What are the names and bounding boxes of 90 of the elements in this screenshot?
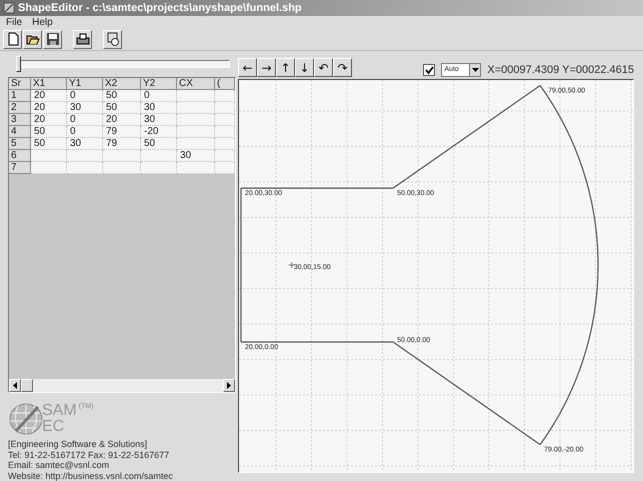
app-icon	[3, 2, 15, 14]
contact-text: Email: samtec@vsnl.com	[8, 460, 110, 470]
row-header: 1	[9, 90, 31, 102]
window-button[interactable]	[103, 30, 122, 49]
table-cell[interactable]	[103, 150, 141, 162]
table-cell[interactable]	[177, 90, 215, 102]
navigation-button[interactable]: ↶	[314, 58, 333, 77]
row-header: 5	[9, 138, 31, 150]
table-cell[interactable]	[177, 138, 215, 150]
table-cell[interactable]: 79	[103, 126, 141, 138]
cursor-coordinates: X=00097.4309 Y=00022.4615	[487, 64, 634, 76]
row-header: 2	[9, 102, 31, 114]
table-cell[interactable]: 30	[67, 102, 103, 114]
table-cell[interactable]: 50	[31, 126, 67, 138]
column-header: Y1	[67, 78, 103, 90]
navigation-button[interactable]: ←	[238, 58, 257, 77]
logo-text: SAM	[42, 403, 77, 419]
table-cell[interactable]: 20	[31, 102, 67, 114]
table-cell[interactable]: 20	[31, 114, 67, 126]
column-header: X1	[31, 78, 67, 90]
table-cell[interactable]: 50	[103, 90, 141, 102]
contact-text: Website: http://business.vsnl.com/samtec	[8, 470, 174, 481]
new-file-button[interactable]	[3, 30, 22, 49]
table-cell[interactable]: 0	[67, 90, 103, 102]
save-button[interactable]	[43, 30, 62, 49]
table-cell[interactable]	[31, 162, 67, 174]
table-cell[interactable]	[67, 162, 103, 174]
table-cell[interactable]: -20	[141, 126, 177, 138]
table-cell[interactable]	[215, 90, 235, 102]
right-arrow-icon	[226, 382, 232, 389]
dropdown-arrow-icon	[472, 68, 479, 72]
window-title: ShapeEditor - c:\samtec\projects\anyshape\funnel.shp	[18, 2, 302, 14]
table-cell[interactable]	[215, 102, 235, 114]
column-header: (	[215, 78, 235, 90]
printer-icon	[76, 32, 90, 46]
logo-text: EC	[42, 419, 66, 435]
table-cell[interactable]: 30	[67, 138, 103, 150]
table-cell[interactable]: 20	[31, 90, 67, 102]
table-cell[interactable]: 30	[141, 102, 177, 114]
table-cell[interactable]: 0	[67, 114, 103, 126]
table-cell[interactable]	[177, 126, 215, 138]
table-cell[interactable]: 20	[103, 114, 141, 126]
menu-item[interactable]: Help	[32, 17, 53, 28]
navigation-button[interactable]: ↑	[276, 58, 295, 77]
table-cell[interactable]: 30	[177, 150, 215, 162]
table-cell[interactable]	[177, 162, 215, 174]
navigation-button[interactable]: ↷	[333, 58, 352, 77]
table-cell[interactable]: 50	[141, 138, 177, 150]
table-cell[interactable]	[177, 102, 215, 114]
contact-text: [Engineering Software & Solutions]	[8, 439, 148, 450]
table-cell[interactable]: 50	[31, 138, 67, 150]
table-cell[interactable]	[141, 162, 177, 174]
menu-item[interactable]: File	[6, 17, 22, 28]
table-cell[interactable]	[177, 114, 215, 126]
table-cell[interactable]	[215, 138, 235, 150]
table-cell[interactable]	[67, 150, 103, 162]
table-cell[interactable]: 30	[141, 114, 177, 126]
table-cell[interactable]	[215, 150, 235, 162]
navigation-button[interactable]: →	[257, 58, 276, 77]
table-cell[interactable]: 0	[141, 90, 177, 102]
slider-thumb[interactable]	[16, 56, 21, 72]
table-cell[interactable]	[215, 126, 235, 138]
column-header: CX	[177, 78, 215, 90]
table-cell[interactable]	[215, 114, 235, 126]
row-header: 3	[9, 114, 31, 126]
column-header: Sr	[9, 78, 31, 90]
table-cell[interactable]	[103, 162, 141, 174]
horizontal-scrollbar[interactable]	[9, 379, 235, 392]
row-header: 6	[9, 150, 31, 162]
row-header: 4	[9, 126, 31, 138]
table-cell[interactable]: 0	[67, 126, 103, 138]
left-arrow-icon	[12, 382, 18, 389]
table-cell[interactable]	[141, 150, 177, 162]
column-header: Y2	[141, 78, 177, 90]
scrollbar-thumb[interactable]	[21, 379, 33, 392]
table-cell[interactable]	[215, 162, 235, 174]
table-cell[interactable]: 79	[103, 138, 141, 150]
center-mark	[288, 262, 296, 269]
row-header: 7	[9, 162, 31, 174]
contact-text: Tel: 91-22-5167172 Fax: 91-22-5167677	[8, 450, 170, 460]
slider-track[interactable]	[16, 56, 230, 72]
column-header: X2	[103, 78, 141, 90]
navigation-button[interactable]: ↓	[295, 58, 314, 77]
window-icon	[106, 32, 120, 46]
print-button[interactable]	[73, 30, 92, 49]
table-cell[interactable]: 50	[103, 102, 141, 114]
grid-checkbox[interactable]	[423, 64, 436, 76]
table-cell[interactable]	[31, 150, 67, 162]
open-folder-button[interactable]	[23, 30, 42, 49]
blank-page-icon	[6, 32, 20, 46]
